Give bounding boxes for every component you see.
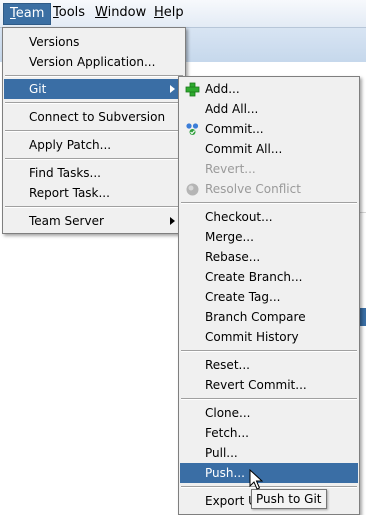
git-item-push[interactable]: Push... xyxy=(180,463,358,483)
git-item-pull[interactable]: Pull... xyxy=(180,443,358,463)
git-item-commit[interactable]: Commit... xyxy=(180,119,358,139)
commit-icon xyxy=(186,123,199,135)
menu-separator xyxy=(181,398,357,400)
git-item-commit-history[interactable]: Commit History xyxy=(180,327,358,347)
git-item-add-all[interactable]: Add All... xyxy=(180,99,358,119)
git-item-revert: Revert... xyxy=(205,162,256,176)
menu-separator xyxy=(181,202,357,204)
menu-item-connect-subversion[interactable]: Connect to Subversion xyxy=(4,107,184,127)
git-item-revert-commit[interactable]: Revert Commit... xyxy=(180,375,358,395)
menu-help[interactable]: Help xyxy=(148,3,190,23)
menu-separator xyxy=(5,130,183,132)
menu-separator xyxy=(181,350,357,352)
resolve-conflict-icon xyxy=(186,183,199,196)
menu-bar: Team Tools Window Help xyxy=(0,0,366,28)
submenu-arrow-icon xyxy=(170,85,175,93)
menu-item-apply-patch[interactable]: Apply Patch... xyxy=(4,135,184,155)
add-plus-icon xyxy=(185,82,200,97)
menu-item-versions[interactable]: Versions xyxy=(4,32,184,52)
git-item-rebase[interactable]: Rebase... xyxy=(180,247,358,267)
git-item-fetch[interactable]: Fetch... xyxy=(180,423,358,443)
menu-separator xyxy=(5,158,183,160)
menu-item-version-application[interactable]: Version Application... xyxy=(4,52,184,72)
push-tooltip: Push to Git xyxy=(251,489,327,509)
menu-item-report-task[interactable]: Report Task... xyxy=(4,183,184,203)
menu-item-git[interactable]: Git xyxy=(4,79,184,99)
git-item-create-branch[interactable]: Create Branch... xyxy=(180,267,358,287)
menu-item-team-server[interactable]: Team Server xyxy=(4,211,184,231)
git-item-resolve-conflict: Resolve Conflict xyxy=(180,179,358,199)
git-item-create-tag[interactable]: Create Tag... xyxy=(180,287,358,307)
git-submenu: Add... Add All... Commit... Commit All..… xyxy=(178,76,360,515)
git-item-reset[interactable]: Reset... xyxy=(180,355,358,375)
submenu-arrow-icon xyxy=(170,217,175,225)
mouse-pointer-icon xyxy=(249,469,263,490)
menu-separator xyxy=(5,206,183,208)
git-item-checkout[interactable]: Checkout... xyxy=(180,207,358,227)
menu-tools[interactable]: Tools xyxy=(47,3,91,23)
menu-separator xyxy=(5,75,183,77)
menu-team[interactable]: Team xyxy=(3,3,52,25)
git-item-commit-all[interactable]: Commit All... xyxy=(180,139,358,159)
menu-separator xyxy=(181,486,357,488)
menu-separator xyxy=(5,102,183,104)
git-item-merge[interactable]: Merge... xyxy=(180,227,358,247)
git-item-branch-compare[interactable]: Branch Compare xyxy=(180,307,358,327)
git-item-clone[interactable]: Clone... xyxy=(180,403,358,423)
team-menu: Versions Version Application... Git Conn… xyxy=(2,27,186,234)
git-item-add[interactable]: Add... xyxy=(180,79,358,99)
menu-window[interactable]: Window xyxy=(89,3,152,23)
menu-item-find-tasks[interactable]: Find Tasks... xyxy=(4,163,184,183)
